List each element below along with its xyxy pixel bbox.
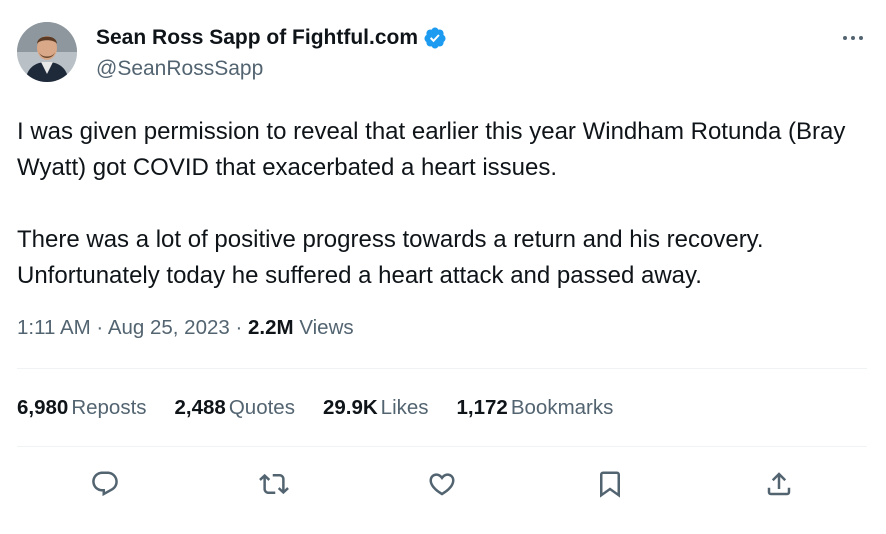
- bookmarks-label: Bookmarks: [510, 396, 614, 419]
- tweet-time[interactable]: 1:11 AM: [17, 316, 91, 339]
- engagement-stats: 6,980 Reposts 2,488 Quotes 29.9K Likes 1,17…: [17, 396, 641, 420]
- repost-button[interactable]: [252, 462, 296, 506]
- tweet-paragraph: I was given permission to reveal that ea…: [17, 118, 846, 181]
- tweet-text: I was given permission to reveal that ea…: [17, 114, 869, 294]
- divider: [17, 368, 867, 369]
- author-name[interactable]: Sean Ross Sapp of Fightful.com: [96, 26, 447, 50]
- quotes-label: Quotes: [228, 396, 295, 419]
- bookmarks-count: 1,172: [456, 396, 508, 419]
- reply-button[interactable]: [83, 462, 127, 506]
- meta-separator: ·: [235, 316, 243, 339]
- divider: [17, 446, 867, 447]
- like-button[interactable]: [420, 462, 464, 506]
- likes-count: 29.9K: [322, 396, 378, 419]
- tweet-card: Sean Ross Sapp of Fightful.com @SeanRoss…: [0, 0, 886, 534]
- avatar-image: [17, 22, 77, 82]
- author-display-name[interactable]: Sean Ross Sapp of Fightful.com: [96, 26, 418, 50]
- views-label: Views: [299, 316, 354, 339]
- verified-badge-icon[interactable]: [423, 26, 447, 50]
- avatar[interactable]: [17, 22, 77, 82]
- likes-stat[interactable]: 29.9K Likes: [323, 396, 429, 420]
- more-options-button[interactable]: [836, 28, 870, 48]
- reposts-count: 6,980: [17, 396, 69, 419]
- bookmarks-stat[interactable]: 1,172 Bookmarks: [457, 396, 614, 420]
- repost-icon: [259, 473, 289, 495]
- reposts-stat[interactable]: 6,980 Reposts: [17, 396, 147, 420]
- like-icon: [429, 473, 455, 496]
- reply-icon: [92, 471, 118, 497]
- more-dots-icon: [843, 36, 863, 40]
- views-count: 2.2M: [248, 316, 294, 339]
- quotes-stat[interactable]: 2,488 Quotes: [175, 396, 295, 420]
- share-button[interactable]: [757, 462, 801, 506]
- quotes-count: 2,488: [174, 396, 226, 419]
- tweet-date[interactable]: Aug 25, 2023: [108, 316, 230, 339]
- meta-separator: ·: [96, 316, 104, 339]
- author-handle[interactable]: @SeanRossSapp: [96, 57, 263, 81]
- likes-label: Likes: [380, 396, 429, 419]
- tweet-meta: 1:11 AM · Aug 25, 2023 · 2.2M Views: [17, 316, 354, 340]
- tweet-paragraph: There was a lot of positive progress tow…: [17, 226, 764, 289]
- bookmark-button[interactable]: [588, 462, 632, 506]
- bookmark-icon: [600, 471, 620, 498]
- reposts-label: Reposts: [71, 396, 147, 419]
- action-bar: [0, 462, 886, 506]
- share-icon: [767, 472, 791, 496]
